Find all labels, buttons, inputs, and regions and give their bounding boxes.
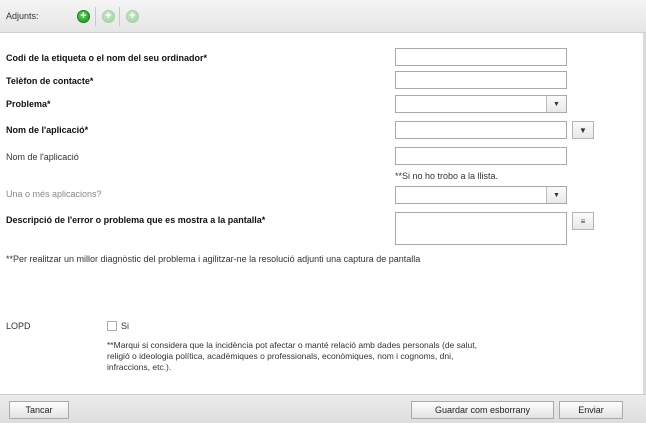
lopd-checkbox[interactable] (107, 321, 117, 331)
attachments-label: Adjunts: (6, 11, 39, 21)
chevron-down-icon[interactable]: ▼ (546, 187, 566, 203)
screenshot-hint: **Per realitzar un millor diagnòstic del… (6, 254, 421, 264)
app-name-input[interactable] (395, 121, 567, 139)
equipment-code-label: Codi de la etiqueta o el nom del seu ord… (6, 53, 208, 63)
app-name-hint: **Si no ho trobo a la llista. (395, 171, 499, 181)
lopd-note: **Marqui si considera que la incidència … (107, 340, 477, 372)
chevron-down-icon[interactable]: ▼ (546, 96, 566, 112)
equipment-code-input[interactable] (395, 48, 567, 66)
toolbar-divider (95, 7, 96, 26)
phone-label: Telèfon de contacte* (6, 76, 94, 86)
multiple-apps-label: Una o més aplicacions? (6, 189, 102, 199)
close-button[interactable]: Tancar (9, 401, 69, 419)
app-name-label: Nom de l'aplicació* (6, 125, 89, 135)
multiple-apps-select[interactable]: ▼ (395, 186, 567, 204)
chevron-down-icon: ▼ (579, 125, 587, 135)
add-attachment-icon[interactable]: + (77, 10, 90, 23)
app-name-free-label: Nom de l'aplicació (6, 152, 79, 162)
problem-select[interactable]: ▼ (395, 95, 567, 113)
lopd-checkbox-label[interactable]: Si (121, 321, 129, 331)
editor-menu-button[interactable]: ≡ (572, 212, 594, 230)
app-dropdown-button[interactable]: ▼ (572, 121, 594, 139)
save-draft-button[interactable]: Guardar com esborrany (411, 401, 554, 419)
menu-lines-icon: ≡ (580, 216, 586, 226)
add-attachment-disabled-icon: + (102, 10, 115, 23)
app-name-free-input[interactable] (395, 147, 567, 165)
lopd-label: LOPD (6, 321, 31, 331)
problem-label: Problema* (6, 99, 51, 109)
attachments-toolbar: Adjunts: + + + (0, 0, 646, 33)
send-button[interactable]: Enviar (559, 401, 623, 419)
toolbar-divider (119, 7, 120, 26)
phone-input[interactable] (395, 71, 567, 89)
description-label: Descripció de l'error o problema que es … (6, 215, 266, 225)
form-footer: Tancar Guardar com esborrany Enviar (0, 394, 646, 423)
add-attachment-disabled-icon: + (126, 10, 139, 23)
description-textarea[interactable] (395, 212, 567, 245)
